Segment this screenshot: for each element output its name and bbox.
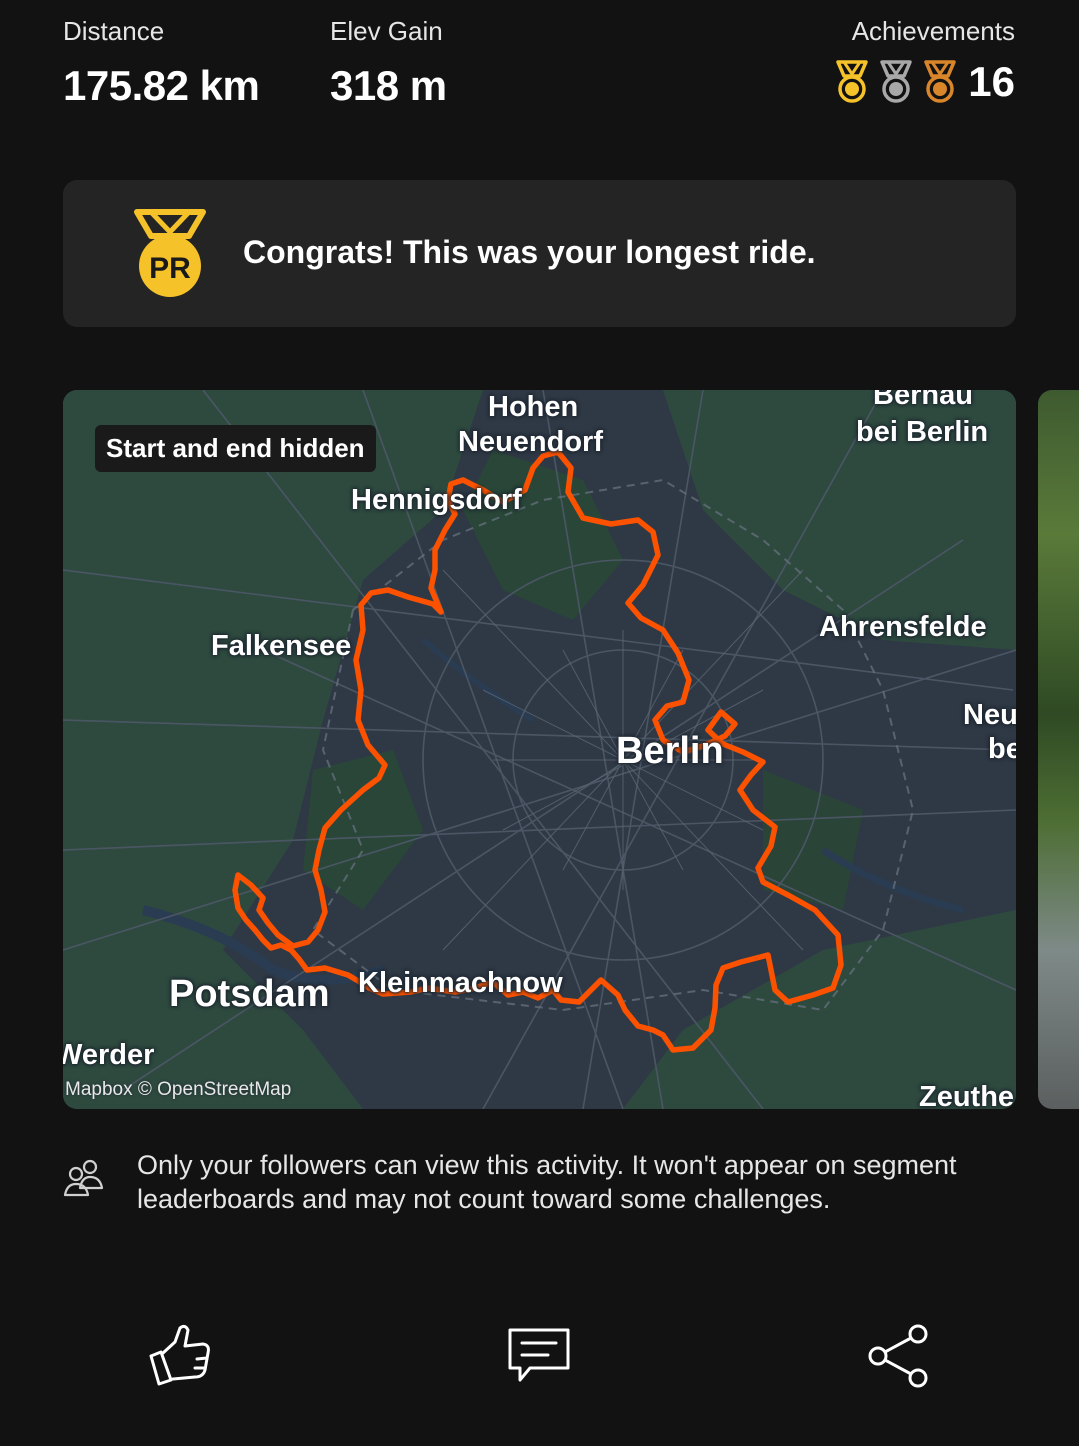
place-label-kleinmachnow: Kleinmachnow — [358, 967, 563, 999]
comment-icon[interactable] — [506, 1322, 572, 1388]
bronze-medal-icon — [924, 60, 957, 103]
place-label-berlin: Berlin — [616, 730, 724, 772]
achievements-summary[interactable]: 16 — [832, 58, 1015, 106]
silver-medal-icon — [880, 60, 913, 103]
followers-icon — [63, 1159, 104, 1197]
elev-gain-value: 318 m — [330, 62, 447, 109]
activity-detail-screen: Distance 175.82 km Elev Gain 318 m Achie… — [0, 0, 1079, 1446]
achievements-count: 16 — [968, 58, 1015, 105]
place-label-bernau: Bernau — [873, 390, 973, 411]
place-label-neu: Neu — [963, 699, 1016, 731]
place-label-ahrensfelde: Ahrensfelde — [819, 611, 987, 643]
distance-value: 175.82 km — [63, 62, 260, 109]
map-attribution[interactable]: Mapbox © OpenStreetMap — [65, 1079, 291, 1101]
pr-banner[interactable]: PR Congrats! This was your longest ride. — [63, 180, 1016, 327]
pr-message: Congrats! This was your longest ride. — [243, 234, 816, 270]
pr-medal-icon: PR — [134, 209, 206, 297]
share-icon[interactable] — [866, 1322, 932, 1388]
pr-badge-text: PR — [149, 252, 191, 285]
place-label-werder: Werder — [63, 1039, 155, 1071]
place-label-bei-berlin: bei Berlin — [856, 416, 989, 448]
start-end-hidden-badge: Start and end hidden — [95, 425, 376, 472]
place-label-zeuthe: Zeuthe — [919, 1081, 1015, 1109]
privacy-note: Only your followers can view this activi… — [137, 1150, 957, 1214]
place-label-hohen: Hohen — [488, 391, 579, 423]
route-map[interactable]: Start and end hidden Hohen Neuendorf Ber… — [63, 390, 1016, 1109]
place-label-falkensee: Falkensee — [211, 630, 352, 662]
elev-gain-label: Elev Gain — [330, 16, 443, 46]
place-label-be: be — [988, 733, 1016, 765]
place-label-potsdam: Potsdam — [169, 973, 330, 1015]
thumbs-up-icon[interactable] — [147, 1322, 213, 1388]
achievements-label: Achievements — [851, 16, 1015, 46]
gold-medal-icon — [836, 60, 869, 103]
activity-photo-thumbnail[interactable] — [1038, 390, 1079, 1109]
distance-label: Distance — [63, 16, 165, 46]
place-label-neuendorf: Neuendorf — [458, 426, 603, 458]
place-label-hennigsdorf: Hennigsdorf — [351, 484, 522, 516]
